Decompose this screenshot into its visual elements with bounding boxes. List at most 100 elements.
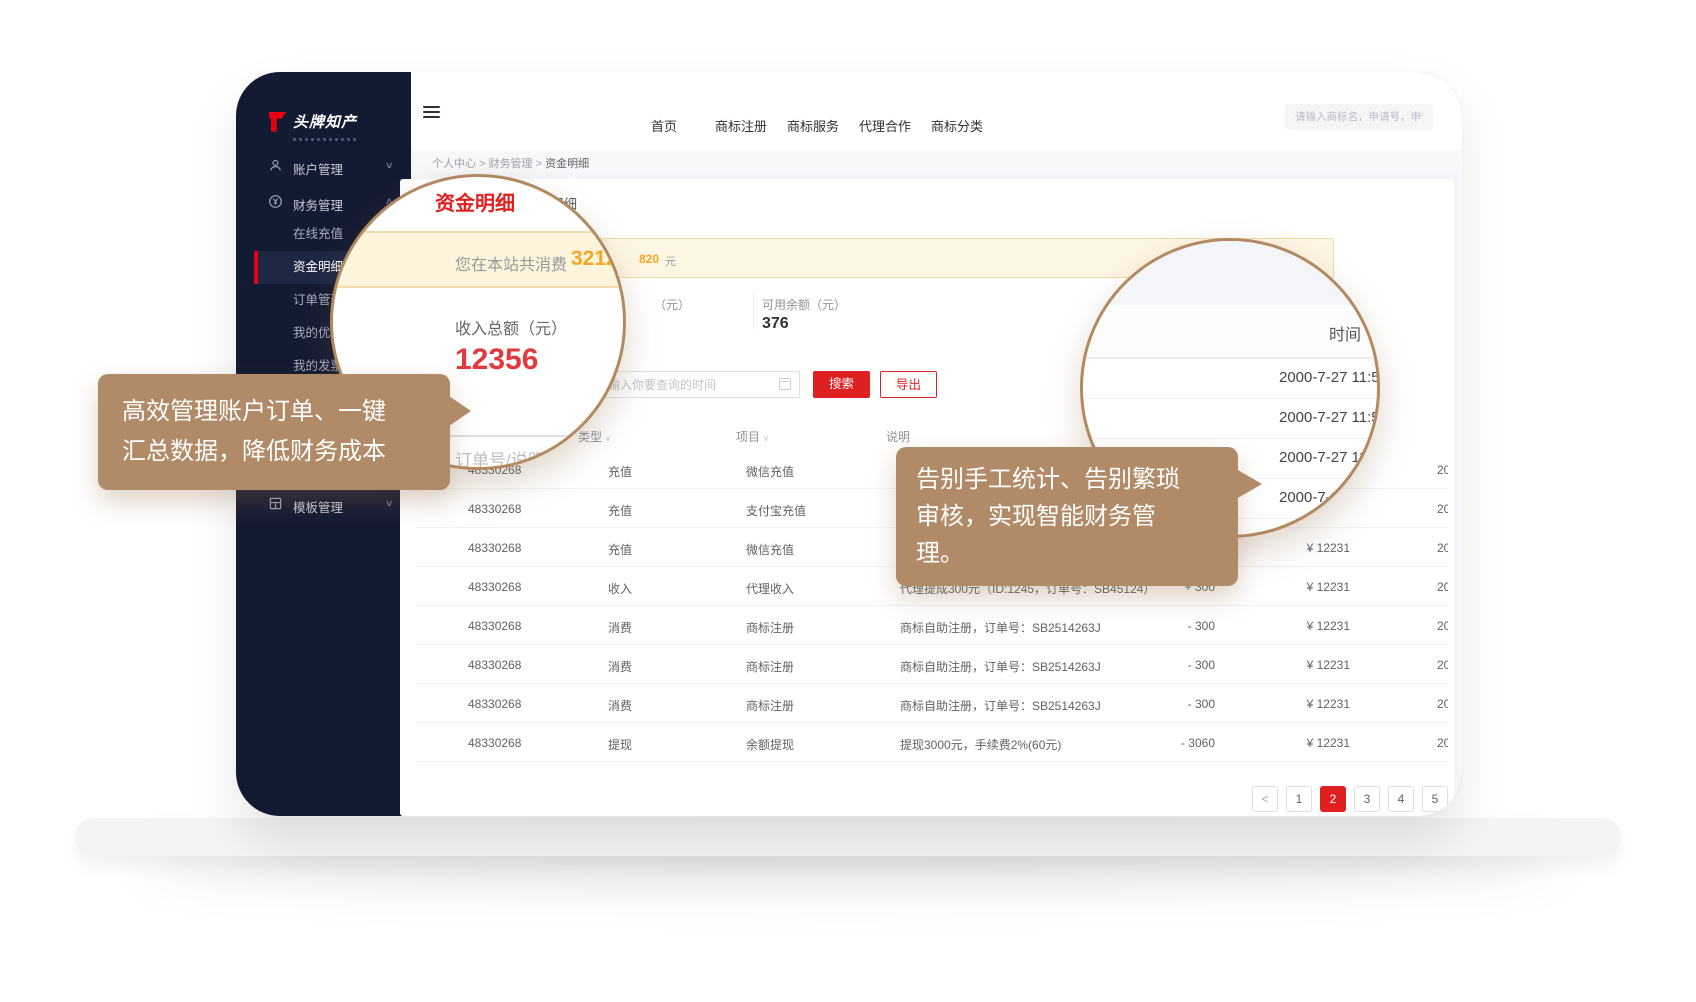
export-button[interactable]: 导出 (880, 371, 937, 398)
pagination-page-2-active[interactable]: 2 (1320, 786, 1346, 812)
cell-time: 2000-7-27 11:58:03 (1437, 541, 1448, 555)
cell-amount: - 300 (1135, 619, 1215, 633)
cell-balance: ¥ 12231 (1270, 619, 1350, 633)
callout-arrow-icon (449, 396, 471, 426)
lens-time-value: 2000-7-27 11:58:03 (1279, 449, 1380, 466)
banner-unit: 元 (665, 253, 676, 269)
top-navbar: 首页 商标注册 商标服务 代理合作 商标分类 (411, 72, 1462, 150)
template-icon (268, 496, 283, 511)
page: 头牌知产 账户管理 ∨ 财务管理 ∧ 在线充值资金 (0, 0, 1696, 1002)
breadcrumb-path: 个人中心 > 财务管理 > (432, 158, 542, 170)
column-header-project[interactable]: 项目∨ (736, 428, 769, 445)
cell-time: 2000-7-27 11:58:03 (1437, 619, 1448, 633)
lens-time-value: 2000-7-27 11:58:03 (1279, 369, 1380, 386)
pagination-page-4[interactable]: 4 (1388, 786, 1414, 812)
finance-icon (268, 194, 283, 209)
cell-order-no: 48330268 (468, 658, 521, 672)
nav-item-2[interactable]: 商标注册 (715, 116, 767, 135)
cell-order-no: 48330268 (468, 736, 521, 750)
lens-tab-label: 资金明细 (435, 187, 515, 216)
nav-item-4[interactable]: 代理合作 (859, 116, 911, 135)
cell-order-no: 48330268 (468, 697, 521, 711)
sidebar-item-label: 财务管理 (293, 195, 343, 214)
cell-amount: - 300 (1135, 658, 1215, 672)
lens-income-label: 收入总额（元） (455, 315, 567, 339)
search-input[interactable] (1285, 104, 1433, 130)
lens-time-row: 2000-7-27 11:58:03 (1083, 359, 1380, 399)
callout-text: 理。 (916, 535, 1238, 572)
cell-time: 2000-7-27 11:58:03 (1437, 502, 1448, 516)
cell-type: 收入 (608, 580, 632, 597)
pagination-page-1[interactable]: 1 (1286, 786, 1312, 812)
cell-project: 支付宝充值 (746, 502, 806, 519)
cell-order-no: 48330268 (468, 580, 521, 594)
table-row: 48330268消费商标注册商标自助注册，订单号：SB2514263J- 300… (416, 645, 1448, 684)
nav-item-5[interactable]: 商标分类 (931, 116, 983, 135)
nav-item-1[interactable]: 首页 (651, 116, 677, 135)
cell-amount: - 3060 (1135, 736, 1215, 750)
column-header-desc: 说明 (886, 428, 910, 445)
cell-type: 消费 (608, 658, 632, 675)
chevron-down-icon: ∨ (385, 498, 394, 509)
cell-project: 商标注册 (746, 619, 794, 636)
stat-divider (753, 292, 754, 330)
lens-time-value: 2000-7-27 11:58:03 (1279, 409, 1380, 426)
logo[interactable]: 头牌知产 (266, 110, 357, 136)
lens-time-value: 2000-7-27 11:58:03 (1279, 489, 1380, 506)
cell-project: 余额提现 (746, 736, 794, 753)
cell-balance: ¥ 12231 (1270, 697, 1350, 711)
nav-item-3[interactable]: 商标服务 (787, 116, 839, 135)
cell-time: 2000-7-27 11:58:03 (1437, 580, 1448, 594)
lens-band (1083, 241, 1380, 305)
cell-time: 2000-7-27 11:58:03 (1437, 736, 1448, 750)
cell-project: 微信充值 (746, 463, 794, 480)
sort-icon: ∨ (763, 434, 769, 443)
table-row: 48330268消费商标注册商标自助注册，订单号：SB2514263J- 300… (416, 684, 1448, 723)
cell-project: 商标注册 (746, 658, 794, 675)
callout-text: 审核，实现智能财务管 (916, 498, 1238, 535)
lens-time-row: 2000-7-27 11:58:03 (1083, 399, 1380, 439)
cell-amount: - 300 (1135, 697, 1215, 711)
cell-balance: ¥ 12231 (1270, 541, 1350, 555)
user-icon (268, 158, 283, 173)
cell-desc: 提现3000元，手续费2%(60元) (900, 736, 1061, 753)
cell-time: 2000-7-27 11:58:03 (1437, 697, 1448, 711)
cell-order-no: 48330268 (468, 502, 521, 516)
table-row: 48330268消费商标注册商标自助注册，订单号：SB2514263J- 300… (416, 606, 1448, 645)
cell-order-no: 48330268 (468, 541, 521, 555)
lens-time-header: 时间 (1083, 305, 1380, 359)
cell-balance: ¥ 12231 (1270, 580, 1350, 594)
cell-project: 微信充值 (746, 541, 794, 558)
pagination-page-3[interactable]: 3 (1354, 786, 1380, 812)
logo-tagline (293, 138, 359, 141)
pagination-page-5[interactable]: 5 (1422, 786, 1448, 812)
lens-banner-amount: 32124 (571, 247, 626, 271)
cell-time: 2000-7-27 11:58:03 (1437, 463, 1448, 477)
sidebar-item-template[interactable]: 模板管理 ∨ (236, 488, 411, 522)
calendar-icon[interactable] (779, 378, 791, 390)
callout-arrow-icon (1236, 469, 1262, 499)
table-row: 48330268 提现 余额提现 提现3000元，手续费2%(60元) - 3060 ¥ … (416, 723, 1448, 762)
lens-income-value: 12356 (455, 343, 538, 377)
cell-project: 代理收入 (746, 580, 794, 597)
sidebar-item-account[interactable]: 账户管理 ∨ (236, 150, 411, 184)
cell-desc: 商标自助注册，订单号：SB2514263J (900, 619, 1101, 636)
breadcrumb: 个人中心 > 财务管理 > 资金明细 (411, 150, 1462, 172)
menu-icon[interactable] (423, 106, 440, 119)
search-button[interactable]: 搜索 (813, 371, 870, 398)
time-column-label: 时间 (1329, 321, 1361, 345)
cell-type: 充值 (608, 502, 632, 519)
cell-type: 消费 (608, 697, 632, 714)
laptop-base (75, 818, 1621, 856)
cell-desc: 商标自助注册，订单号：SB2514263J (900, 697, 1101, 714)
cell-balance: ¥ 12231 (1270, 658, 1350, 672)
pagination-prev-button[interactable]: < (1252, 786, 1278, 812)
chevron-down-icon: ∨ (385, 160, 394, 171)
callout-text: 告别手工统计、告别繁琐 (916, 461, 1238, 498)
pagination: <12345 (1252, 786, 1456, 812)
cell-order-no: 48330268 (468, 619, 521, 633)
callout-text: 高效管理账户订单、一键 (122, 392, 450, 432)
cell-balance: ¥ 12231 (1270, 736, 1350, 750)
cell-type: 提现 (608, 736, 632, 753)
breadcrumb-current: 资金明细 (545, 158, 589, 170)
